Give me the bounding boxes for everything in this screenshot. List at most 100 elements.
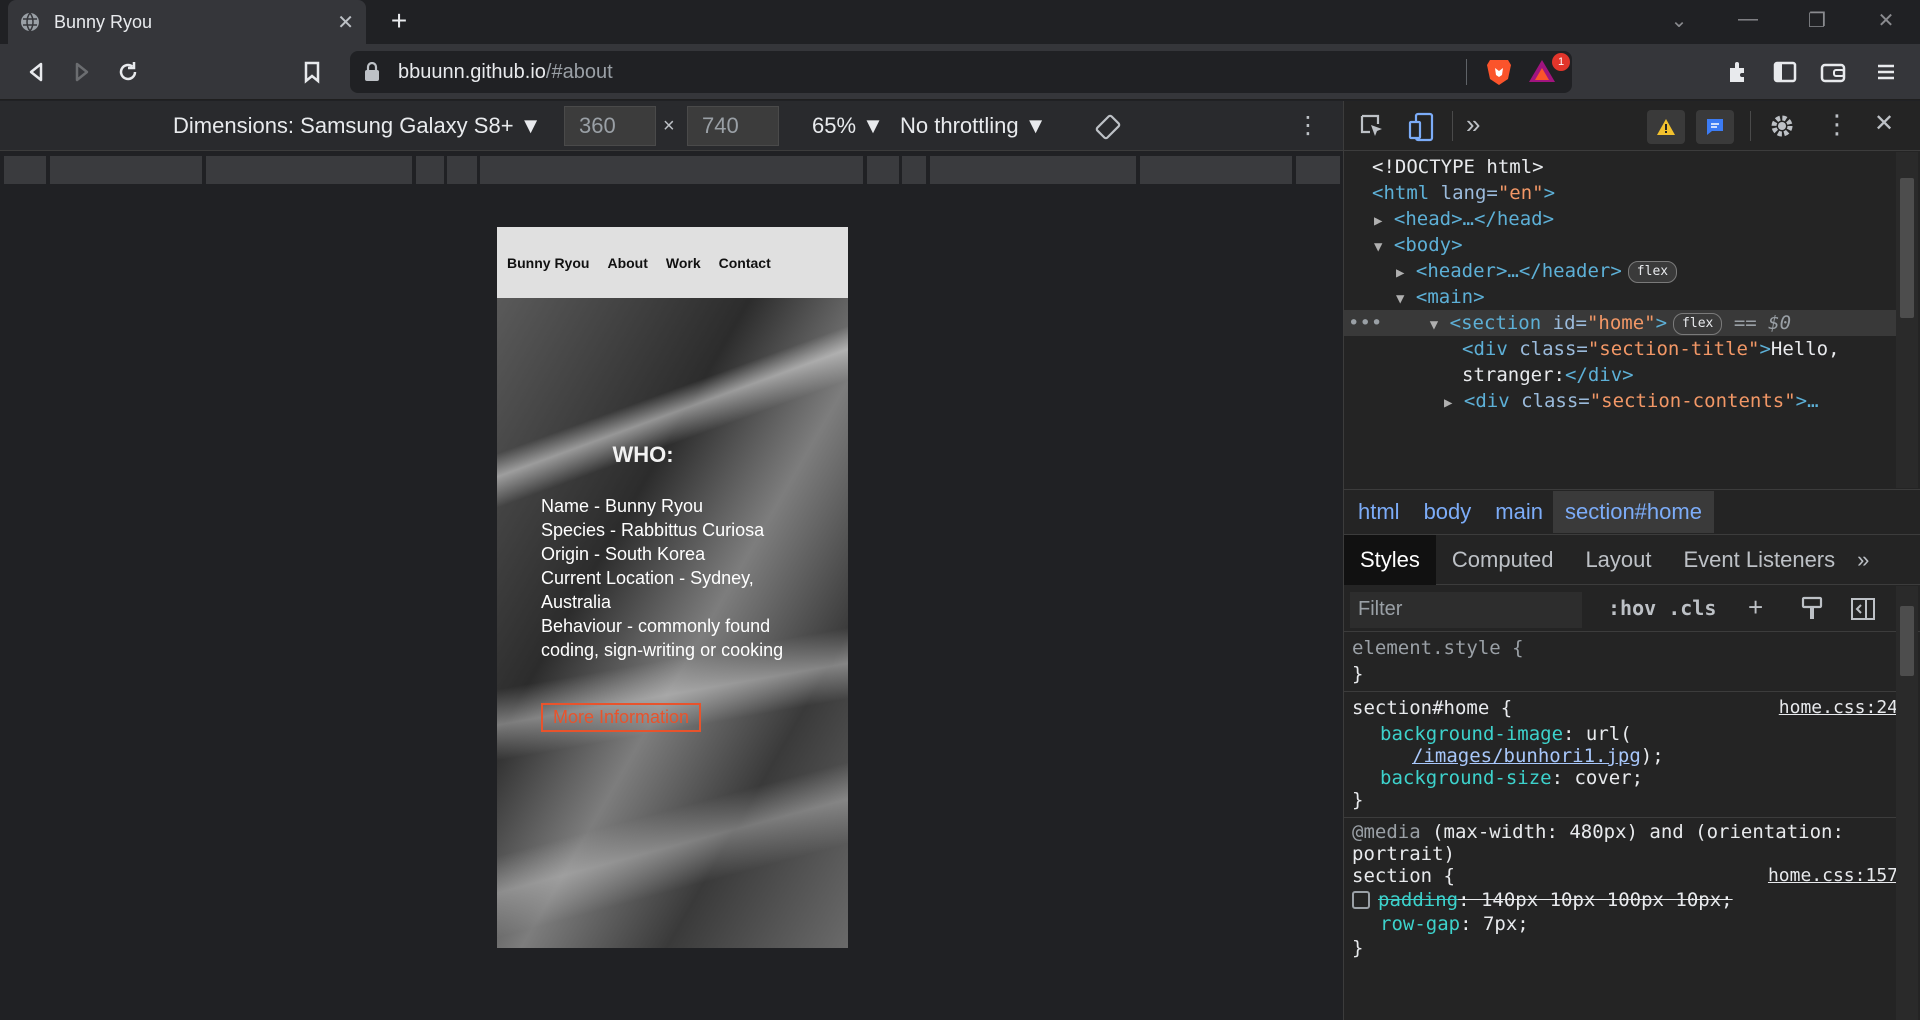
rule-source-link[interactable]: home.css:157 bbox=[1768, 863, 1898, 889]
ruler-segment[interactable] bbox=[206, 156, 412, 184]
ruler-segment[interactable] bbox=[4, 156, 46, 184]
tab-computed[interactable]: Computed bbox=[1436, 547, 1570, 573]
dom-node-head[interactable]: ▶ <head>…</head> bbox=[1374, 206, 1554, 232]
settings-gear-icon[interactable] bbox=[1768, 112, 1796, 140]
device-height-input[interactable]: 740 bbox=[687, 106, 779, 146]
expand-triangle-icon[interactable]: ▶ bbox=[1444, 395, 1452, 411]
collapse-triangle-icon[interactable]: ▼ bbox=[1430, 317, 1438, 333]
device-toggle-icon[interactable] bbox=[1408, 112, 1436, 142]
nav-home-link[interactable]: Bunny Ryou bbox=[507, 255, 589, 271]
reload-icon[interactable] bbox=[114, 58, 142, 86]
ruler-segment[interactable] bbox=[1296, 156, 1340, 184]
rule-element-style[interactable]: element.style { bbox=[1352, 635, 1524, 661]
address-bar[interactable]: bbuunn.github.io/#about 1 bbox=[350, 51, 1572, 93]
cls-toggle[interactable]: .cls bbox=[1668, 596, 1716, 620]
wallet-icon[interactable] bbox=[1819, 58, 1847, 86]
device-width-input[interactable]: 360 bbox=[564, 106, 656, 146]
rotate-icon[interactable] bbox=[1094, 113, 1122, 141]
nav-about-link[interactable]: About bbox=[607, 255, 647, 271]
dom-node-body[interactable]: ▼ <body> bbox=[1374, 232, 1463, 258]
collapse-triangle-icon[interactable]: ▼ bbox=[1374, 239, 1382, 255]
ruler-segment[interactable] bbox=[50, 156, 202, 184]
toggle-sidebar-icon[interactable] bbox=[1850, 596, 1876, 622]
breadcrumb-item[interactable]: main bbox=[1495, 499, 1543, 525]
styles-scrollbar[interactable] bbox=[1896, 586, 1918, 1020]
device-select[interactable]: Dimensions: Samsung Galaxy S8+ ▼ bbox=[173, 113, 541, 139]
hov-toggle[interactable]: :hov bbox=[1608, 596, 1656, 620]
dom-node-section-title-cont[interactable]: stranger:</div> bbox=[1462, 362, 1634, 388]
dom-node-section-contents[interactable]: ▶ <div class="section-contents">… bbox=[1444, 388, 1819, 414]
property-checkbox[interactable] bbox=[1352, 891, 1370, 909]
media-query-ruler bbox=[0, 152, 1343, 188]
paint-brush-icon[interactable] bbox=[1800, 596, 1824, 622]
expand-triangle-icon[interactable]: ▶ bbox=[1374, 213, 1382, 229]
dom-node-main[interactable]: ▼ <main> bbox=[1396, 284, 1485, 310]
bookmark-icon[interactable] bbox=[298, 58, 326, 86]
forward-icon[interactable] bbox=[68, 58, 96, 86]
nav-work-link[interactable]: Work bbox=[666, 255, 701, 271]
more-information-button[interactable]: More Information bbox=[541, 703, 702, 732]
rule-selector[interactable]: section#home { bbox=[1352, 695, 1512, 721]
dom-node-section-selected[interactable]: ••• ▼ <section id="home"> flex == $0 bbox=[1344, 310, 1904, 336]
restore-icon[interactable]: ❐ bbox=[1802, 8, 1832, 33]
breadcrumb-item[interactable]: html bbox=[1358, 499, 1400, 525]
css-property[interactable]: row-gap: 7px; bbox=[1380, 911, 1529, 937]
ruler-segment[interactable] bbox=[416, 156, 444, 184]
more-tabs-icon[interactable]: » bbox=[1851, 547, 1875, 573]
scrollbar-thumb[interactable] bbox=[1900, 178, 1914, 318]
customize-menu-icon[interactable]: ⋮ bbox=[1824, 109, 1850, 140]
expand-triangle-icon[interactable]: ▶ bbox=[1396, 265, 1404, 281]
brave-shields-icon[interactable] bbox=[1486, 58, 1512, 86]
sidebar-icon[interactable] bbox=[1771, 58, 1799, 86]
ruler-segment[interactable] bbox=[1140, 156, 1292, 184]
url-text[interactable]: bbuunn.github.io/#about bbox=[398, 61, 613, 84]
tab-event-listeners[interactable]: Event Listeners bbox=[1668, 547, 1852, 573]
more-tabs-icon[interactable]: » bbox=[1466, 109, 1480, 140]
menu-icon[interactable] bbox=[1872, 58, 1900, 86]
ruler-segment[interactable] bbox=[902, 156, 926, 184]
messages-counter[interactable] bbox=[1696, 110, 1734, 144]
window-close-icon[interactable]: ✕ bbox=[1871, 8, 1901, 33]
close-devtools-icon[interactable]: ✕ bbox=[1874, 109, 1894, 138]
rule-selector[interactable]: section { bbox=[1352, 863, 1455, 889]
nav-contact-link[interactable]: Contact bbox=[719, 255, 771, 271]
image-url-link[interactable]: /images/bunhori1.jpg bbox=[1412, 745, 1641, 767]
hero-section-background: WHO: Name - Bunny Ryou Species - Rabbitt… bbox=[497, 298, 848, 948]
dom-node-section-title[interactable]: <div class="section-title">Hello, bbox=[1462, 336, 1840, 362]
new-rule-icon[interactable]: + bbox=[1748, 592, 1763, 623]
tab-layout[interactable]: Layout bbox=[1569, 547, 1667, 573]
ruler-segment[interactable] bbox=[867, 156, 899, 184]
more-options-icon[interactable]: ⋮ bbox=[1296, 111, 1320, 140]
dom-node-doctype[interactable]: <!DOCTYPE html> bbox=[1372, 154, 1544, 180]
styles-filter-input[interactable]: Filter bbox=[1350, 592, 1582, 628]
rule-source-link[interactable]: home.css:24 bbox=[1779, 695, 1898, 721]
ruler-segment[interactable] bbox=[447, 156, 477, 184]
node-actions-icon[interactable]: ••• bbox=[1348, 312, 1382, 334]
flex-badge[interactable]: flex bbox=[1673, 313, 1723, 335]
devtools-toolbar: » ⋮ ✕ bbox=[1344, 101, 1920, 151]
ruler-segment[interactable] bbox=[480, 156, 863, 184]
dom-node-html[interactable]: <html lang="en"> bbox=[1372, 180, 1555, 206]
tab-search-chevron-icon[interactable]: ⌄ bbox=[1664, 8, 1694, 33]
inspect-element-icon[interactable] bbox=[1358, 112, 1386, 140]
elements-scrollbar[interactable] bbox=[1896, 152, 1918, 488]
dom-node-header[interactable]: ▶ <header>…</header> flex bbox=[1396, 258, 1678, 284]
throttling-select[interactable]: No throttling ▼ bbox=[900, 113, 1047, 139]
breadcrumb-item-active[interactable]: section#home bbox=[1552, 491, 1714, 533]
tab-close-icon[interactable]: ✕ bbox=[337, 10, 354, 35]
ruler-segment[interactable] bbox=[930, 156, 1136, 184]
zoom-select[interactable]: 65% ▼ bbox=[812, 113, 884, 139]
extensions-icon[interactable] bbox=[1724, 58, 1752, 86]
css-property-disabled[interactable]: padding: 140px 10px 100px 10px; bbox=[1352, 887, 1733, 913]
collapse-triangle-icon[interactable]: ▼ bbox=[1396, 291, 1404, 307]
scrollbar-thumb[interactable] bbox=[1900, 606, 1914, 676]
flex-badge[interactable]: flex bbox=[1627, 261, 1678, 283]
css-property[interactable]: background-size: cover; bbox=[1380, 765, 1643, 791]
breadcrumb-item[interactable]: body bbox=[1424, 499, 1472, 525]
back-icon[interactable] bbox=[22, 58, 50, 86]
browser-tab[interactable]: Bunny Ryou ✕ bbox=[8, 0, 366, 44]
tab-styles[interactable]: Styles bbox=[1344, 534, 1436, 585]
minimize-icon[interactable]: — bbox=[1733, 8, 1763, 31]
warnings-counter[interactable] bbox=[1647, 110, 1685, 144]
new-tab-button[interactable]: + bbox=[384, 6, 414, 36]
